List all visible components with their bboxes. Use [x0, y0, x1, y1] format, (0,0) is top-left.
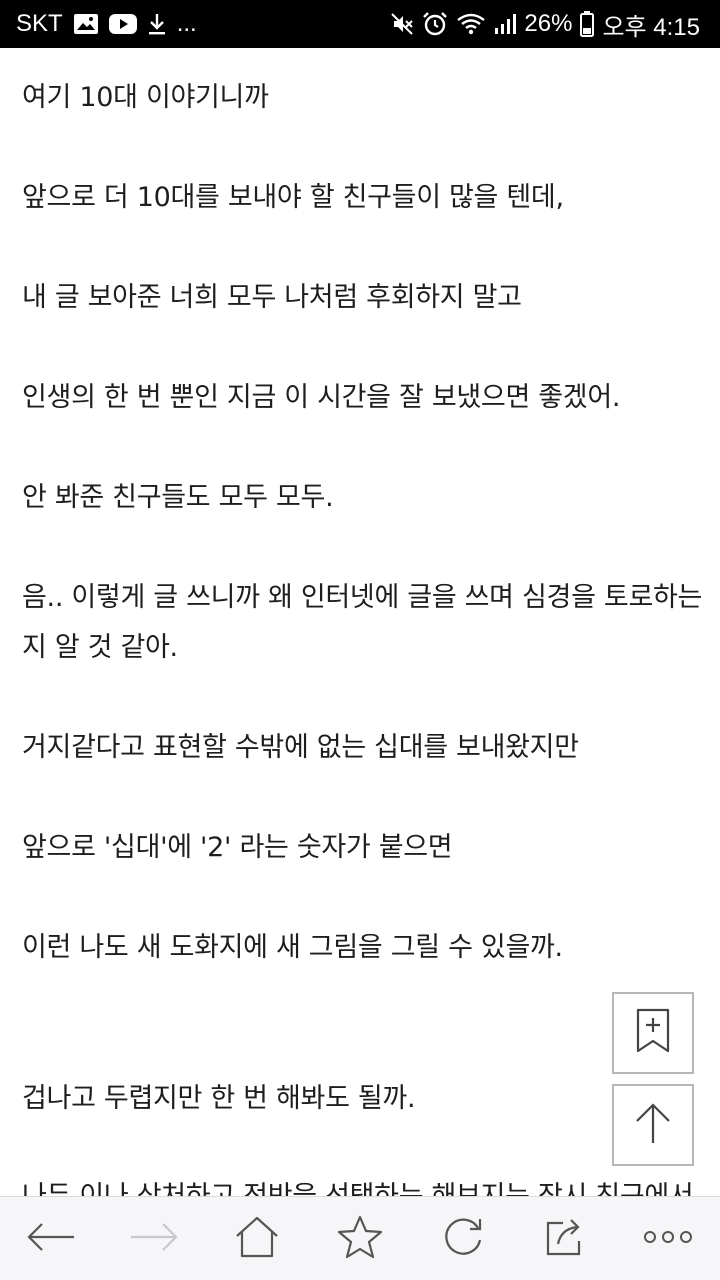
paragraph: 앞으로 '십대'에 '2' 라는 숫자가 붙으면: [22, 832, 453, 863]
paragraph: 나두 이나 상처하고 전반을 선택하는 해보지는 잠시 친구에서: [22, 1172, 712, 1196]
status-bar: SKT ... 26% 오후 4:15: [0, 0, 720, 48]
refresh-icon: [442, 1216, 484, 1262]
more-notifications: ...: [176, 10, 197, 37]
youtube-icon: [108, 14, 137, 34]
paragraph: 여기 10대 이야기니까: [22, 82, 269, 113]
paragraph: 거지같다고 표현할 수밖에 없는 십대를 보내왔지만: [22, 732, 579, 763]
forward-button[interactable]: [114, 1197, 194, 1280]
share-button[interactable]: [526, 1197, 606, 1280]
signal-icon: [494, 12, 517, 36]
bookmark-add-button[interactable]: [612, 992, 694, 1074]
share-icon: [545, 1217, 587, 1261]
paragraph: 인생의 한 번 뿐인 지금 이 시간을 잘 보냈으면 좋겠어.: [22, 382, 621, 413]
status-right: 26% 오후 4:15: [390, 7, 700, 42]
image-icon: [73, 13, 99, 35]
paragraph: 겁나고 두렵지만 한 번 해봐도 될까.: [22, 1083, 416, 1114]
more-menu-button[interactable]: [628, 1197, 708, 1280]
refresh-button[interactable]: [423, 1197, 503, 1280]
back-arrow-icon: [26, 1222, 76, 1256]
mute-icon: [390, 12, 414, 36]
home-icon: [234, 1216, 280, 1262]
download-icon: [147, 12, 167, 36]
browser-toolbar: [0, 1196, 720, 1280]
paragraph: 이런 나도 새 도화지에 새 그림을 그릴 수 있을까.: [22, 932, 563, 963]
alarm-icon: [422, 11, 448, 37]
status-left: SKT ...: [16, 10, 197, 38]
bookmark-add-icon: [635, 1008, 671, 1058]
home-button[interactable]: [217, 1197, 297, 1280]
battery-icon: [580, 11, 595, 37]
star-icon: [337, 1215, 383, 1263]
back-button[interactable]: [11, 1197, 91, 1280]
carrier-label: SKT: [16, 10, 63, 37]
scroll-top-button[interactable]: [612, 1084, 694, 1166]
more-icon: [643, 1229, 693, 1248]
paragraph: 안 봐준 친구들도 모두 모두.: [22, 482, 334, 513]
paragraph: 내 글 보아준 너희 모두 나처럼 후회하지 말고: [22, 282, 522, 313]
arrow-up-icon: [633, 1101, 673, 1149]
battery-percent: 26%: [524, 10, 573, 37]
paragraph: 앞으로 더 10대를 보내야 할 친구들이 많을 텐데,: [22, 182, 564, 213]
clock-time: 오후 4:15: [602, 13, 700, 41]
paragraph: 음.. 이렇게 글 쓰니까 왜 인터넷에 글을 쓰며 심경을 토로하는지 알 것…: [22, 582, 703, 663]
forward-arrow-icon: [129, 1222, 179, 1256]
wifi-icon: [456, 12, 486, 36]
bookmark-star-button[interactable]: [320, 1197, 400, 1280]
